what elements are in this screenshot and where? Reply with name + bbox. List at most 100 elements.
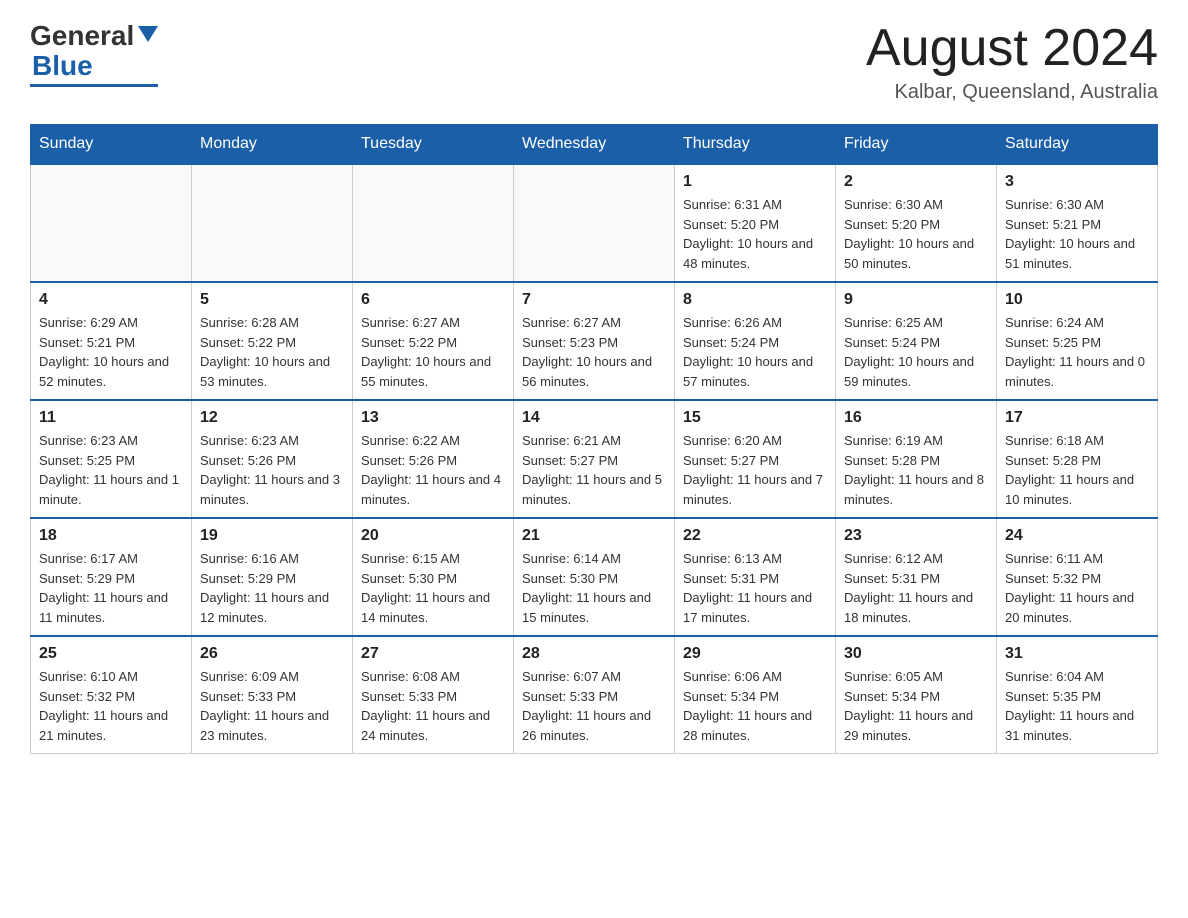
day-number: 5 — [200, 291, 344, 309]
day-number: 10 — [1005, 291, 1149, 309]
calendar-day-cell: 29Sunrise: 6:06 AM Sunset: 5:34 PM Dayli… — [675, 636, 836, 754]
day-info: Sunrise: 6:05 AM Sunset: 5:34 PM Dayligh… — [844, 667, 988, 745]
calendar-day-cell: 3 Sunrise: 6:30 AM Sunset: 5:21 PM Daylig… — [997, 164, 1158, 282]
calendar-day-cell: 24 Sunrise: 6:11 AM Sunset: 5:32 PM Dayli… — [997, 518, 1158, 636]
day-info: Sunrise: 6:26 AM Sunset: 5:24 PM Dayligh… — [683, 313, 827, 391]
day-info: Sunrise: 6:12 AM Sunset: 5:31 PM Dayligh… — [844, 549, 988, 627]
calendar-day-cell — [31, 164, 192, 282]
logo-general-text: General — [30, 20, 134, 52]
calendar-day-cell: 17 Sunrise: 6:18 AM Sunset: 5:28 PM Dayli… — [997, 400, 1158, 518]
day-number: 1 — [683, 173, 827, 191]
day-number: 22 — [683, 527, 827, 545]
calendar-day-cell: 27Sunrise: 6:08 AM Sunset: 5:33 PM Dayli… — [353, 636, 514, 754]
calendar-day-cell: 4 Sunrise: 6:29 AM Sunset: 5:21 PM Daylig… — [31, 282, 192, 400]
calendar-day-cell: 6 Sunrise: 6:27 AM Sunset: 5:22 PM Daylig… — [353, 282, 514, 400]
calendar-day-header: Sunday — [31, 125, 192, 165]
day-info: Sunrise: 6:06 AM Sunset: 5:34 PM Dayligh… — [683, 667, 827, 745]
day-number: 20 — [361, 527, 505, 545]
day-number: 19 — [200, 527, 344, 545]
day-number: 8 — [683, 291, 827, 309]
calendar-day-cell: 30 Sunrise: 6:05 AM Sunset: 5:34 PM Dayli… — [836, 636, 997, 754]
day-info: Sunrise: 6:20 AM Sunset: 5:27 PM Dayligh… — [683, 431, 827, 509]
calendar-day-cell: 10 Sunrise: 6:24 AM Sunset: 5:25 PM Dayli… — [997, 282, 1158, 400]
day-info: Sunrise: 6:15 AM Sunset: 5:30 PM Dayligh… — [361, 549, 505, 627]
logo-blue-text: Blue — [32, 50, 93, 82]
day-number: 14 — [522, 409, 666, 427]
day-info: Sunrise: 6:18 AM Sunset: 5:28 PM Dayligh… — [1005, 431, 1149, 509]
calendar-day-cell: 11 Sunrise: 6:23 AM Sunset: 5:25 PM Dayli… — [31, 400, 192, 518]
calendar-day-cell: 26 Sunrise: 6:09 AM Sunset: 5:33 PM Dayli… — [192, 636, 353, 754]
day-number: 24 — [1005, 527, 1149, 545]
day-info: Sunrise: 6:30 AM Sunset: 5:21 PM Dayligh… — [1005, 195, 1149, 273]
calendar-day-cell: 12 Sunrise: 6:23 AM Sunset: 5:26 PM Dayli… — [192, 400, 353, 518]
calendar-day-cell: 23Sunrise: 6:12 AM Sunset: 5:31 PM Dayli… — [836, 518, 997, 636]
day-info: Sunrise: 6:22 AM Sunset: 5:26 PM Dayligh… — [361, 431, 505, 509]
calendar-week-row: 4 Sunrise: 6:29 AM Sunset: 5:21 PM Daylig… — [31, 282, 1158, 400]
calendar-day-cell: 7Sunrise: 6:27 AM Sunset: 5:23 PM Daylig… — [514, 282, 675, 400]
calendar-day-cell: 21 Sunrise: 6:14 AM Sunset: 5:30 PM Dayli… — [514, 518, 675, 636]
calendar-day-header: Saturday — [997, 125, 1158, 165]
calendar-day-header: Tuesday — [353, 125, 514, 165]
day-info: Sunrise: 6:30 AM Sunset: 5:20 PM Dayligh… — [844, 195, 988, 273]
day-info: Sunrise: 6:31 AM Sunset: 5:20 PM Dayligh… — [683, 195, 827, 273]
day-info: Sunrise: 6:23 AM Sunset: 5:25 PM Dayligh… — [39, 431, 183, 509]
calendar-week-row: 11 Sunrise: 6:23 AM Sunset: 5:25 PM Dayli… — [31, 400, 1158, 518]
day-number: 3 — [1005, 173, 1149, 191]
calendar-day-cell: 20 Sunrise: 6:15 AM Sunset: 5:30 PM Dayli… — [353, 518, 514, 636]
day-number: 9 — [844, 291, 988, 309]
day-info: Sunrise: 6:27 AM Sunset: 5:22 PM Dayligh… — [361, 313, 505, 391]
calendar-day-cell: 31Sunrise: 6:04 AM Sunset: 5:35 PM Dayli… — [997, 636, 1158, 754]
calendar-day-cell: 18 Sunrise: 6:17 AM Sunset: 5:29 PM Dayli… — [31, 518, 192, 636]
logo-triangle-icon — [138, 26, 158, 42]
day-number: 11 — [39, 409, 183, 427]
day-info: Sunrise: 6:09 AM Sunset: 5:33 PM Dayligh… — [200, 667, 344, 745]
day-number: 6 — [361, 291, 505, 309]
day-number: 16 — [844, 409, 988, 427]
day-info: Sunrise: 6:17 AM Sunset: 5:29 PM Dayligh… — [39, 549, 183, 627]
calendar-day-header: Thursday — [675, 125, 836, 165]
day-number: 26 — [200, 645, 344, 663]
day-number: 30 — [844, 645, 988, 663]
day-info: Sunrise: 6:16 AM Sunset: 5:29 PM Dayligh… — [200, 549, 344, 627]
calendar-day-cell: 9 Sunrise: 6:25 AM Sunset: 5:24 PM Daylig… — [836, 282, 997, 400]
location-text: Kalbar, Queensland, Australia — [866, 81, 1158, 104]
calendar-day-header: Monday — [192, 125, 353, 165]
calendar-day-cell — [353, 164, 514, 282]
calendar-day-cell — [192, 164, 353, 282]
logo-underline — [30, 84, 158, 87]
calendar-day-cell: 1 Sunrise: 6:31 AM Sunset: 5:20 PM Daylig… — [675, 164, 836, 282]
day-number: 18 — [39, 527, 183, 545]
calendar-day-cell: 2 Sunrise: 6:30 AM Sunset: 5:20 PM Daylig… — [836, 164, 997, 282]
day-number: 17 — [1005, 409, 1149, 427]
day-number: 12 — [200, 409, 344, 427]
day-info: Sunrise: 6:28 AM Sunset: 5:22 PM Dayligh… — [200, 313, 344, 391]
day-info: Sunrise: 6:25 AM Sunset: 5:24 PM Dayligh… — [844, 313, 988, 391]
day-info: Sunrise: 6:29 AM Sunset: 5:21 PM Dayligh… — [39, 313, 183, 391]
day-info: Sunrise: 6:08 AM Sunset: 5:33 PM Dayligh… — [361, 667, 505, 745]
title-section: August 2024 Kalbar, Queensland, Australi… — [866, 20, 1158, 104]
calendar-day-cell: 16 Sunrise: 6:19 AM Sunset: 5:28 PM Dayli… — [836, 400, 997, 518]
calendar-header-row: SundayMondayTuesdayWednesdayThursdayFrid… — [31, 125, 1158, 165]
calendar-day-cell: 13 Sunrise: 6:22 AM Sunset: 5:26 PM Dayli… — [353, 400, 514, 518]
day-info: Sunrise: 6:24 AM Sunset: 5:25 PM Dayligh… — [1005, 313, 1149, 391]
calendar-day-cell: 5 Sunrise: 6:28 AM Sunset: 5:22 PM Daylig… — [192, 282, 353, 400]
day-number: 7 — [522, 291, 666, 309]
day-number: 31 — [1005, 645, 1149, 663]
day-number: 13 — [361, 409, 505, 427]
day-info: Sunrise: 6:11 AM Sunset: 5:32 PM Dayligh… — [1005, 549, 1149, 627]
day-info: Sunrise: 6:10 AM Sunset: 5:32 PM Dayligh… — [39, 667, 183, 745]
day-number: 2 — [844, 173, 988, 191]
calendar-day-cell — [514, 164, 675, 282]
page-header: General Blue August 2024 Kalbar, Queensl… — [30, 20, 1158, 104]
day-number: 4 — [39, 291, 183, 309]
calendar-day-cell: 14Sunrise: 6:21 AM Sunset: 5:27 PM Dayli… — [514, 400, 675, 518]
logo: General Blue — [30, 20, 158, 87]
day-number: 28 — [522, 645, 666, 663]
day-number: 21 — [522, 527, 666, 545]
calendar-week-row: 25Sunrise: 6:10 AM Sunset: 5:32 PM Dayli… — [31, 636, 1158, 754]
calendar-day-cell: 28Sunrise: 6:07 AM Sunset: 5:33 PM Dayli… — [514, 636, 675, 754]
calendar-day-header: Friday — [836, 125, 997, 165]
day-info: Sunrise: 6:14 AM Sunset: 5:30 PM Dayligh… — [522, 549, 666, 627]
day-info: Sunrise: 6:23 AM Sunset: 5:26 PM Dayligh… — [200, 431, 344, 509]
day-info: Sunrise: 6:19 AM Sunset: 5:28 PM Dayligh… — [844, 431, 988, 509]
